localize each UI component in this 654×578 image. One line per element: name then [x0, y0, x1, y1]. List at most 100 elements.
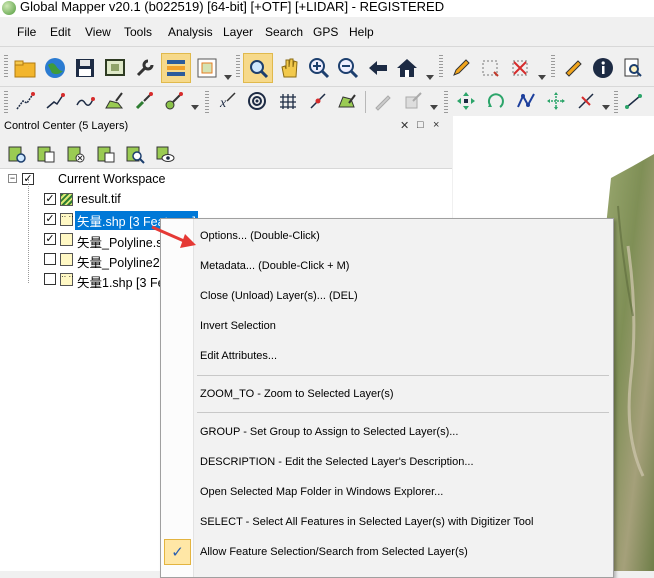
dropdown-arrow-icon[interactable]	[538, 75, 546, 81]
menu-item-group[interactable]: GROUP - Set Group to Assign to Selected …	[200, 426, 458, 438]
menu-analysis[interactable]: Analysis	[168, 25, 213, 39]
dropdown-arrow-icon[interactable]	[191, 105, 199, 111]
dropdown-arrow-icon[interactable]	[426, 75, 434, 81]
options-icon[interactable]	[95, 143, 117, 165]
search-page-icon[interactable]	[620, 55, 646, 81]
control-center-title: Control Center (5 Layers)	[4, 120, 129, 132]
workspace-row[interactable]: − ✓ Current Workspace	[8, 171, 208, 189]
pin-icon[interactable]: ✕	[400, 119, 409, 132]
menu-item-edit-attributes[interactable]: Edit Attributes...	[200, 350, 277, 362]
layer-checkbox[interactable]	[44, 273, 56, 285]
digitizer-toolbar: x	[0, 86, 654, 116]
measure-icon[interactable]	[560, 55, 586, 81]
dropdown-arrow-icon[interactable]	[430, 105, 438, 111]
menu-item-zoom-to[interactable]: ZOOM_TO - Zoom to Selected Layer(s)	[200, 388, 394, 400]
svg-text:x: x	[219, 96, 227, 111]
control-center-header: Control Center (5 Layers) ✕ □ ×	[0, 116, 452, 137]
dropdown-arrow-icon[interactable]	[602, 105, 610, 111]
toolbar-grip[interactable]	[4, 91, 8, 113]
layer-checkbox[interactable]: ✓	[44, 233, 56, 245]
menu-file[interactable]: File	[17, 25, 36, 39]
menu-item-select-all[interactable]: SELECT - Select All Features in Selected…	[200, 516, 533, 528]
checkmark-icon: ✓	[164, 539, 191, 565]
close-layer-icon[interactable]	[65, 143, 87, 165]
toolbar-grip[interactable]	[551, 55, 555, 79]
globe-icon[interactable]	[42, 55, 68, 81]
menu-edit[interactable]: Edit	[50, 25, 71, 39]
point-icon[interactable]	[162, 89, 186, 113]
vertex-icon[interactable]	[306, 89, 330, 113]
line-layer-icon	[60, 253, 73, 266]
menu-item-metadata[interactable]: Metadata... (Double-Click + M)	[200, 260, 349, 272]
display-icon[interactable]	[102, 55, 128, 81]
toolbar-separator	[365, 91, 366, 113]
open-folder-icon[interactable]	[12, 55, 38, 81]
menu-tools[interactable]: Tools	[124, 25, 152, 39]
menu-item-invert-selection[interactable]: Invert Selection	[200, 320, 276, 332]
close-icon[interactable]: ×	[433, 119, 439, 131]
home-icon[interactable]	[394, 55, 420, 81]
node-edit-icon[interactable]	[514, 89, 538, 113]
zoom-select-icon[interactable]	[243, 53, 273, 83]
zoom-in-icon[interactable]	[306, 55, 332, 81]
layer-checkbox[interactable]	[44, 253, 56, 265]
menu-item-allow-selection[interactable]: Allow Feature Selection/Search from Sele…	[200, 546, 468, 558]
grid-icon[interactable]	[276, 89, 300, 113]
rotate-icon[interactable]	[484, 89, 508, 113]
menu-gps[interactable]: GPS	[313, 25, 338, 39]
area-icon[interactable]	[102, 89, 126, 113]
info-icon[interactable]	[590, 55, 616, 81]
pan-hand-icon[interactable]	[276, 55, 302, 81]
menu-icon-gutter	[161, 219, 194, 577]
back-arrow-icon[interactable]	[365, 55, 391, 81]
layer-row[interactable]: ✓ result.tif	[8, 179, 448, 283]
app-globe-icon	[2, 1, 16, 15]
measure-x-icon[interactable]: x	[215, 89, 239, 113]
scale-icon[interactable]	[544, 89, 568, 113]
toolbar-grip[interactable]	[444, 91, 448, 113]
dropdown-arrow-icon[interactable]	[224, 75, 232, 81]
maximize-icon[interactable]: □	[417, 119, 424, 131]
workspace-label: Current Workspace	[58, 172, 166, 186]
menu-help[interactable]: Help	[349, 25, 374, 39]
add-layer-icon[interactable]	[6, 143, 28, 165]
control-center-toolbar	[0, 137, 452, 169]
collapse-icon[interactable]: −	[8, 174, 17, 183]
overview-icon[interactable]	[194, 55, 220, 81]
save-icon[interactable]	[72, 55, 98, 81]
edit-line-icon[interactable]	[43, 89, 67, 113]
layer-checkbox[interactable]: ✓	[44, 213, 56, 225]
brush-icon[interactable]	[132, 89, 156, 113]
area-edit-icon[interactable]	[335, 89, 359, 113]
target-icon[interactable]	[245, 89, 269, 113]
window-title: Global Mapper v20.1 (b022519) [64-bit] […	[20, 0, 445, 14]
menu-item-open-folder[interactable]: Open Selected Map Folder in Windows Expl…	[200, 486, 443, 498]
move-icon[interactable]	[454, 89, 478, 113]
menu-search[interactable]: Search	[265, 25, 303, 39]
search-layer-icon[interactable]	[124, 143, 146, 165]
context-menu: Options... (Double-Click) Metadata... (D…	[160, 218, 614, 578]
line-end-icon[interactable]	[622, 89, 646, 113]
toolbar-grip[interactable]	[4, 55, 8, 79]
menu-layer[interactable]: Layer	[223, 25, 253, 39]
toolbar-grip[interactable]	[205, 91, 209, 113]
menu-view[interactable]: View	[85, 25, 111, 39]
menu-item-close-layer[interactable]: Close (Unload) Layer(s)... (DEL)	[200, 290, 358, 302]
toolbar-grip[interactable]	[614, 91, 618, 113]
layers-icon[interactable]	[161, 53, 191, 83]
toolbar-grip[interactable]	[439, 55, 443, 79]
digitize-line-icon[interactable]	[13, 89, 37, 113]
path-icon[interactable]	[73, 89, 97, 113]
metadata-icon[interactable]	[35, 143, 57, 165]
wrench-icon[interactable]	[132, 55, 158, 81]
menu-item-description[interactable]: DESCRIPTION - Edit the Selected Layer's …	[200, 456, 474, 468]
layer-checkbox[interactable]: ✓	[44, 193, 56, 205]
visibility-icon[interactable]	[154, 143, 176, 165]
delete-icon[interactable]	[507, 55, 533, 81]
crop-icon[interactable]	[477, 55, 503, 81]
menu-item-options[interactable]: Options... (Double-Click)	[200, 230, 320, 242]
zoom-out-icon[interactable]	[335, 55, 361, 81]
split-icon[interactable]	[574, 89, 598, 113]
toolbar-grip[interactable]	[236, 55, 240, 79]
pencil-icon[interactable]	[448, 55, 474, 81]
